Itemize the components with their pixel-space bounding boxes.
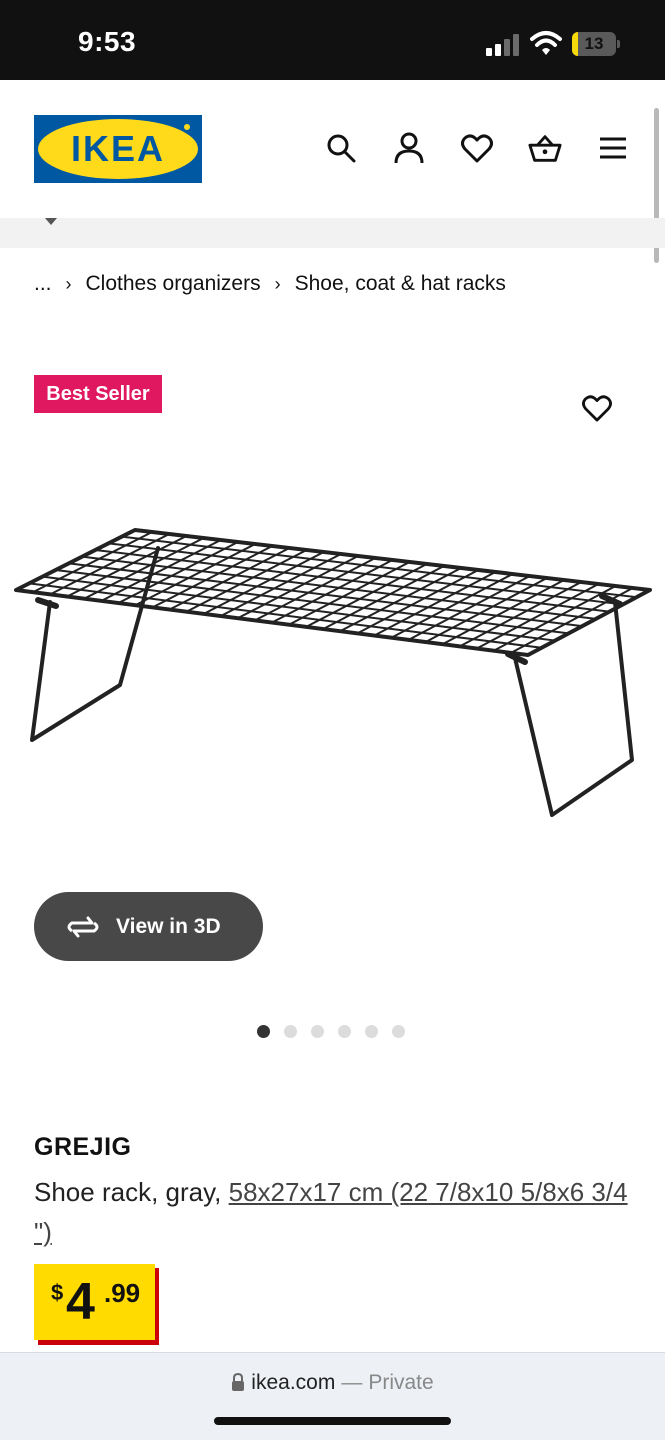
rotate-3d-icon [67, 916, 99, 937]
url-text: ikea.com [251, 1371, 336, 1394]
best-seller-badge: Best Seller [34, 375, 162, 413]
lock-icon [232, 1373, 245, 1391]
location-pin-icon [45, 218, 57, 225]
favourites-heart-icon[interactable] [460, 131, 494, 165]
price-currency: $ [51, 1280, 64, 1305]
price-integer: 4 [66, 1273, 95, 1331]
view-in-3d-button[interactable]: View in 3D [34, 892, 263, 961]
url-separator: — [341, 1371, 363, 1394]
menu-icon[interactable] [596, 131, 630, 165]
private-mode-label: Private [368, 1371, 434, 1394]
carousel-dot[interactable] [257, 1025, 270, 1038]
search-icon[interactable] [324, 131, 358, 165]
carousel-dot[interactable] [365, 1025, 378, 1038]
status-time: 9:53 [78, 26, 137, 57]
cellular-signal-icon [486, 34, 519, 56]
carousel-dot[interactable] [338, 1025, 351, 1038]
breadcrumb-separator: › [65, 273, 72, 294]
add-to-favourites-button[interactable] [578, 390, 616, 426]
carousel-dot[interactable] [311, 1025, 324, 1038]
breadcrumb-item-clothes-organizers[interactable]: Clothes organizers [86, 272, 261, 296]
battery-icon: 13 [572, 32, 620, 56]
view-in-3d-label: View in 3D [116, 914, 221, 938]
breadcrumb-item-shoe-racks[interactable]: Shoe, coat & hat racks [295, 272, 506, 296]
browser-address-bar[interactable]: ikea.com — Private [0, 1352, 665, 1440]
price-decimal: .99 [104, 1278, 141, 1308]
product-description: Shoe rack, gray, 58x27x17 cm (22 7/8x10 … [34, 1172, 634, 1252]
product-type-text: Shoe rack, gray, [34, 1177, 229, 1207]
info-banner-strip [0, 218, 665, 248]
carousel-dot[interactable] [392, 1025, 405, 1038]
breadcrumb-separator: › [274, 273, 281, 294]
ikea-logo[interactable]: IKEA [34, 115, 202, 183]
breadcrumb-item-ellipsis[interactable]: ... [34, 272, 52, 296]
battery-percentage: 13 [584, 34, 604, 53]
site-header: IKEA [0, 80, 665, 218]
heart-icon [582, 395, 612, 422]
home-indicator[interactable] [214, 1417, 451, 1425]
wifi-icon [530, 31, 562, 55]
status-bar: 9:53 13 [0, 0, 665, 80]
url-row[interactable]: ikea.com — Private [0, 1371, 665, 1395]
image-carousel-dots [257, 1025, 419, 1039]
product-image-shoe-rack[interactable] [10, 520, 655, 820]
shopping-basket-icon[interactable] [528, 131, 562, 165]
breadcrumb: ... › Clothes organizers › Shoe, coat & … [34, 270, 506, 298]
carousel-dot[interactable] [284, 1025, 297, 1038]
logo-text: IKEA [71, 128, 165, 169]
account-icon[interactable] [392, 131, 426, 165]
product-name: GREJIG [34, 1133, 132, 1161]
price-tag: $ 4 .99 [34, 1264, 155, 1340]
